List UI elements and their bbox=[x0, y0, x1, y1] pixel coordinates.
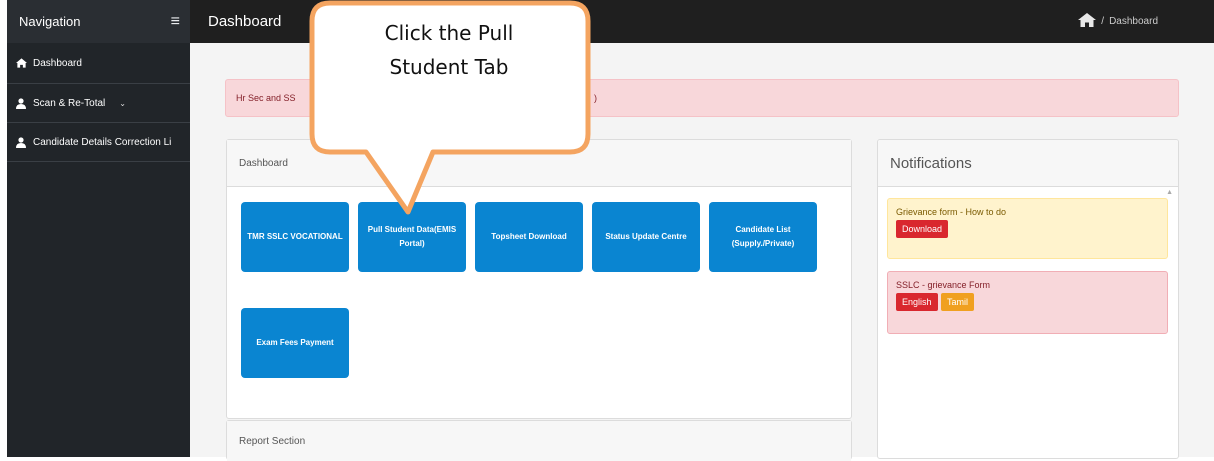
callout-text: Click the Pull Student Tab bbox=[318, 16, 580, 84]
callout-line-2: Student Tab bbox=[389, 55, 509, 79]
callout-bubble bbox=[309, 0, 591, 215]
callout-line-1: Click the Pull bbox=[384, 21, 514, 45]
